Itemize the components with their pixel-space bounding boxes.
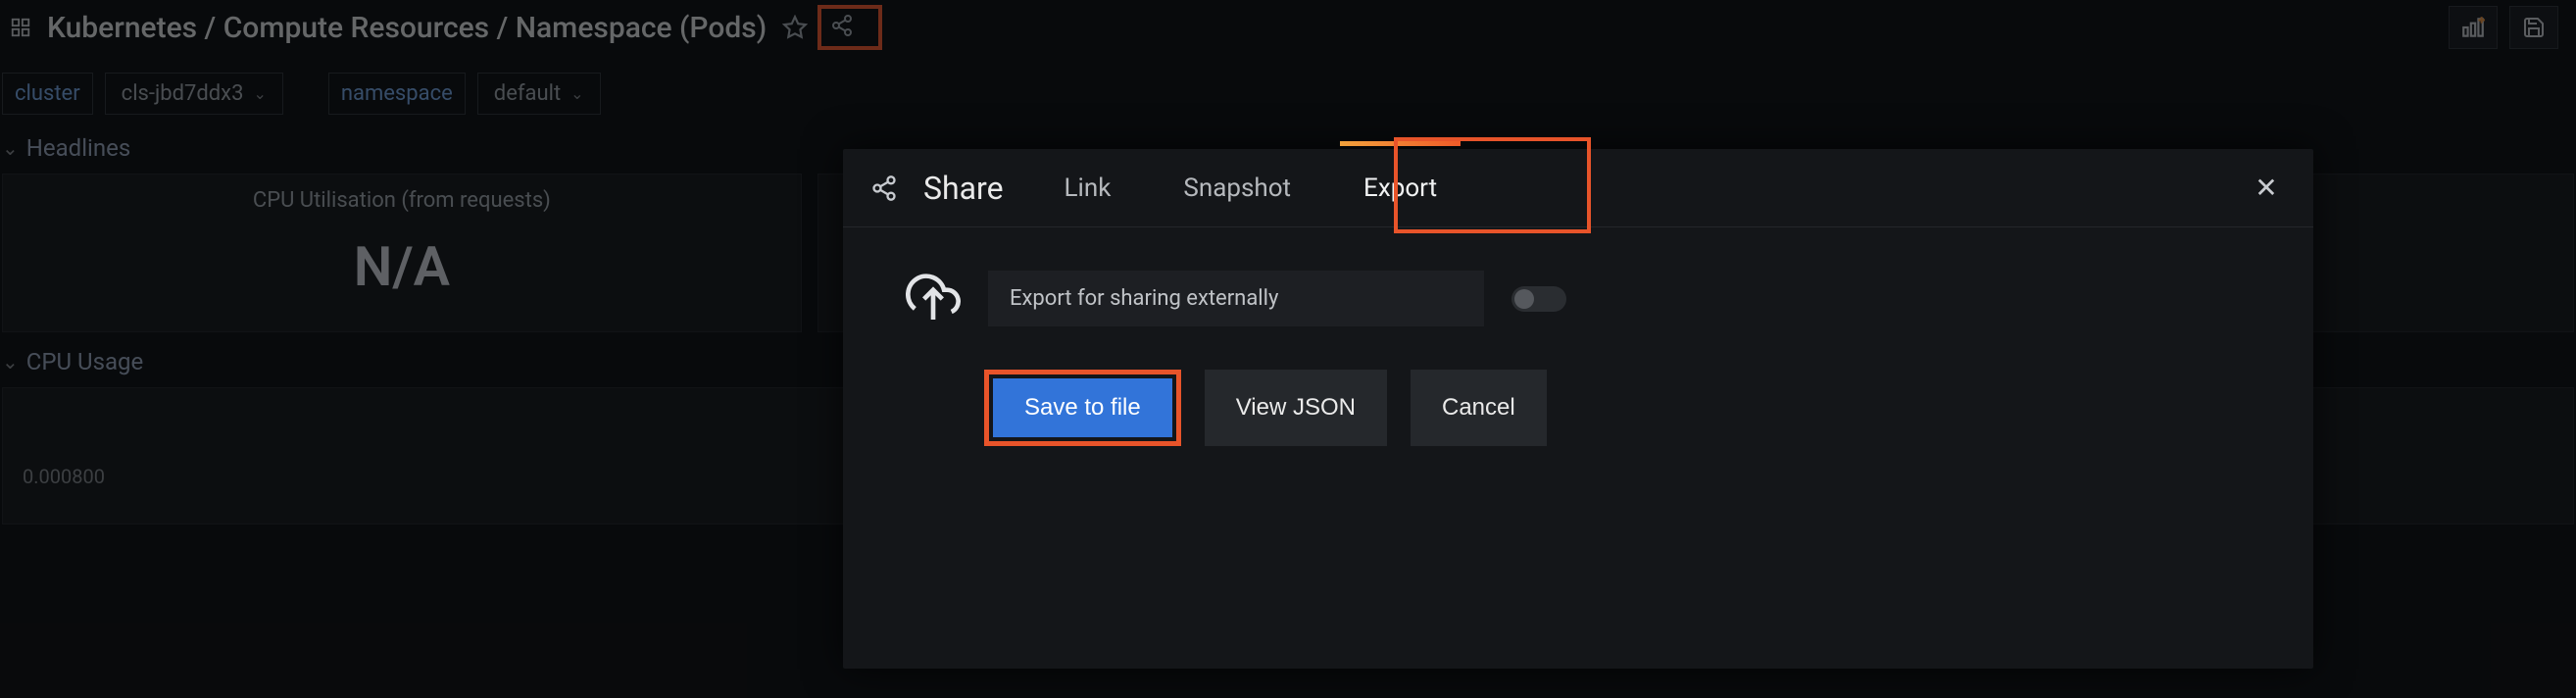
share-icon	[870, 174, 898, 202]
tab-link[interactable]: Link	[1041, 154, 1135, 223]
save-to-file-button[interactable]: Save to file	[993, 378, 1172, 437]
tab-snapshot[interactable]: Snapshot	[1160, 154, 1314, 223]
tab-export[interactable]: Export	[1340, 154, 1461, 223]
save-to-file-highlight: Save to file	[984, 370, 1181, 446]
export-externally-label: Export for sharing externally	[988, 271, 1484, 326]
share-modal-title: Share	[923, 170, 1004, 207]
export-externally-toggle[interactable]	[1511, 286, 1566, 312]
view-json-button[interactable]: View JSON	[1205, 370, 1387, 446]
cancel-button[interactable]: Cancel	[1411, 370, 1547, 446]
share-modal: Share Link Snapshot Export ✕ Export for …	[843, 149, 2313, 669]
close-icon[interactable]: ✕	[2247, 169, 2286, 208]
cloud-upload-icon	[906, 272, 961, 326]
